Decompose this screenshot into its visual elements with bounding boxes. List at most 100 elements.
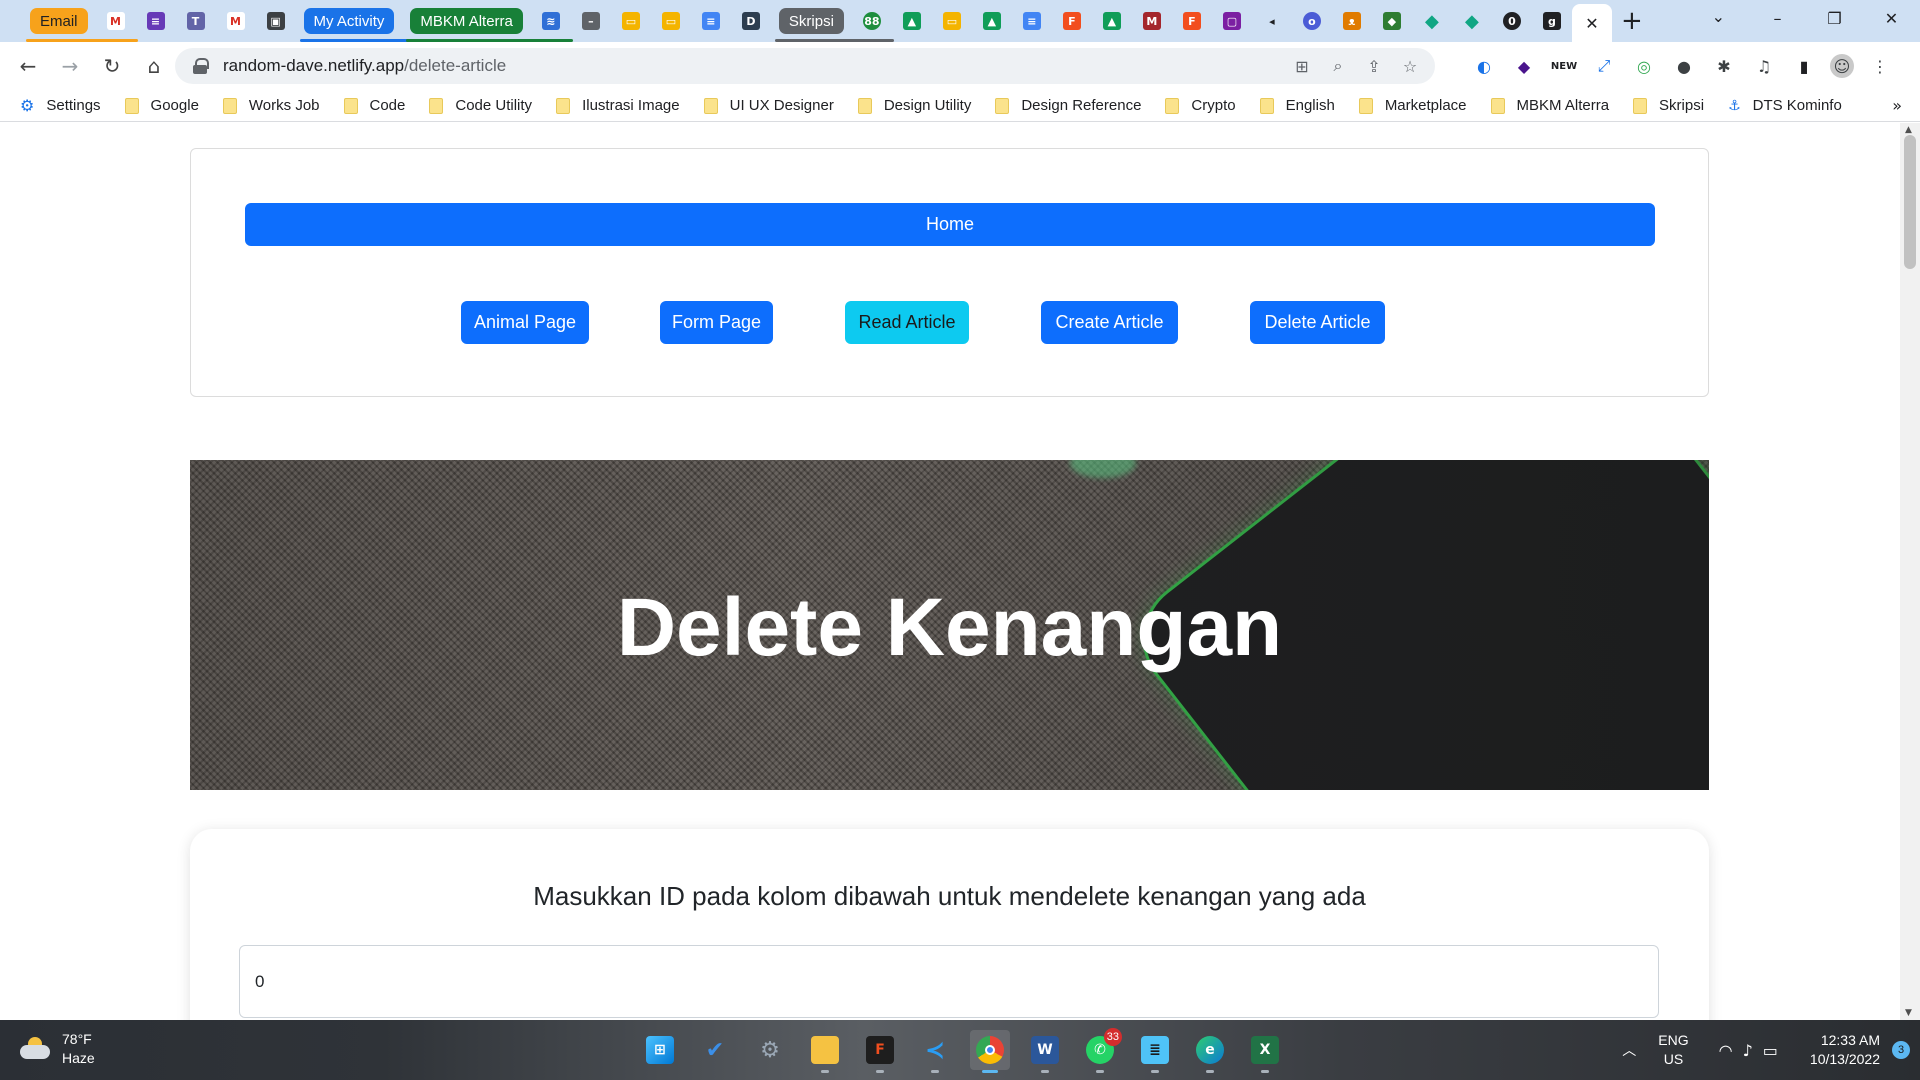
article-id-input[interactable]	[239, 945, 1659, 1018]
extension-icon[interactable]: ◐	[1470, 52, 1498, 80]
animal-page-button[interactable]: Animal Page	[461, 301, 589, 344]
media-icon[interactable]: ♫	[1750, 52, 1778, 80]
tab-drive-1[interactable]: ▲	[892, 0, 932, 42]
tab-search-button[interactable]: ⌄	[1712, 7, 1725, 26]
tab-group-mbkm-alterra[interactable]: MBKM Alterra	[406, 8, 573, 42]
delete-article-button[interactable]: Delete Article	[1250, 301, 1385, 344]
news-extension-icon[interactable]: NEW	[1550, 52, 1578, 80]
scrollbar-thumb[interactable]	[1904, 135, 1916, 269]
bookmark-folder[interactable]: Skripsi	[1633, 97, 1704, 114]
close-icon[interactable]: ✕	[1585, 14, 1598, 33]
tab-drive-2[interactable]: ▲	[972, 0, 1012, 42]
translate-icon[interactable]: ⊞	[1291, 55, 1313, 77]
bookmark-folder[interactable]: English	[1259, 97, 1335, 114]
tab-figma-2[interactable]: F	[1172, 0, 1212, 42]
bookmarks-overflow-button[interactable]: »	[1892, 96, 1902, 115]
new-tab-button[interactable]: +	[1612, 0, 1652, 42]
address-bar[interactable]: random-dave.netlify.app/delete-article ⊞…	[175, 48, 1435, 84]
star-icon[interactable]: ☆	[1399, 55, 1421, 77]
taskbar-figma[interactable]: F	[860, 1030, 900, 1073]
tab-audio[interactable]: ◂	[1252, 0, 1292, 42]
extension-icon[interactable]: ◆	[1510, 52, 1538, 80]
taskbar-chrome[interactable]	[970, 1030, 1010, 1073]
bookmark-folder[interactable]: UI UX Designer	[703, 97, 834, 114]
extension-icon[interactable]: ⤢	[1590, 52, 1618, 80]
bookmark-folder[interactable]: MBKM Alterra	[1490, 97, 1609, 114]
bookmark-folder[interactable]: Design Reference	[995, 97, 1141, 114]
taskbar-todo[interactable]: ✔	[695, 1030, 735, 1070]
create-article-button[interactable]: Create Article	[1041, 301, 1178, 344]
tab-mendeley[interactable]: M	[1132, 0, 1172, 42]
taskbar-edge[interactable]: e	[1190, 1030, 1230, 1073]
avatar[interactable]: ☺	[1830, 54, 1854, 78]
tab-gmail-2[interactable]: M	[216, 0, 256, 42]
scroll-down-icon[interactable]: ▼	[1905, 1008, 1912, 1018]
tab-presentation[interactable]: ▢	[1212, 0, 1252, 42]
share-icon[interactable]: ⇪	[1363, 55, 1385, 77]
bookmark-dts-kominfo[interactable]: ⚓ DTS Kominfo	[1728, 97, 1842, 114]
forward-button[interactable]: →	[50, 46, 90, 86]
tab-gmail[interactable]: M	[96, 0, 136, 42]
taskbar-excel[interactable]: X	[1245, 1030, 1285, 1073]
taskbar-file-explorer[interactable]	[805, 1030, 845, 1073]
tab-meet[interactable]: 88	[852, 0, 892, 42]
tab-tiger[interactable]: ᴥ	[1332, 0, 1372, 42]
chevron-up-icon[interactable]: ︿	[1622, 1040, 1636, 1060]
taskbar-notepad[interactable]: ≣	[1135, 1030, 1175, 1073]
restore-button[interactable]: ❐	[1806, 0, 1863, 36]
tab-teams[interactable]: T	[176, 0, 216, 42]
tab-figma-1[interactable]: F	[1052, 0, 1092, 42]
weather-widget[interactable]: 78°F Haze	[20, 1030, 95, 1068]
bookmark-folder[interactable]: Code Utility	[429, 97, 532, 114]
zoom-icon[interactable]: ⌕	[1327, 55, 1349, 77]
tab-active[interactable]: ✕	[1571, 4, 1612, 42]
scroll-up-icon[interactable]: ▲	[1905, 125, 1912, 135]
back-button[interactable]: ←	[8, 46, 48, 86]
page-scrollbar[interactable]: ▲ ▼	[1900, 123, 1920, 1020]
tab-group-skripsi[interactable]: Skripsi	[774, 8, 894, 42]
bookmark-folder[interactable]: Crypto	[1165, 97, 1236, 114]
tab-group-email[interactable]: Email	[26, 8, 137, 42]
bookmark-folder[interactable]: Google	[124, 97, 199, 114]
taskbar-settings[interactable]: ⚙	[750, 1030, 790, 1070]
start-button[interactable]: ⊞	[640, 1030, 680, 1070]
volume-icon[interactable]: ♪	[1743, 1041, 1753, 1060]
menu-icon[interactable]: ⋮	[1866, 52, 1894, 80]
taskbar-word[interactable]: W	[1025, 1030, 1065, 1073]
bookmark-folder[interactable]: Works Job	[222, 97, 320, 114]
clock[interactable]: 12:33 AM 10/13/2022	[1810, 1031, 1880, 1069]
bookmark-folder[interactable]: Marketplace	[1358, 97, 1467, 114]
battery-icon[interactable]: ▭	[1763, 1041, 1778, 1060]
bookmark-folder[interactable]: Design Utility	[857, 97, 971, 114]
tab-shield[interactable]: ◆	[1372, 0, 1412, 42]
tab-slides-3[interactable]: ▭	[932, 0, 972, 42]
bookmark-settings[interactable]: ⚙ Settings	[20, 96, 101, 115]
tab-slides-1[interactable]: ▭	[611, 0, 651, 42]
home-nav-button[interactable]: Home	[245, 203, 1655, 246]
taskbar-whatsapp[interactable]: ✆ 33	[1080, 1028, 1122, 1073]
tab-diamond-2[interactable]: ◆	[1452, 0, 1492, 42]
tab-contacts[interactable]: ▣	[256, 0, 296, 42]
taskbar-vscode[interactable]: ≺	[915, 1030, 955, 1073]
close-window-button[interactable]: ✕	[1863, 0, 1920, 36]
home-button[interactable]: ⌂	[134, 46, 174, 86]
tab-group-my-activity[interactable]: My Activity	[299, 8, 445, 42]
tab-forms[interactable]: ≡	[136, 0, 176, 42]
reload-button[interactable]: ↻	[92, 46, 132, 86]
extension-icon[interactable]: ◎	[1630, 52, 1658, 80]
wifi-icon[interactable]: ◠	[1719, 1041, 1733, 1060]
url-text[interactable]: random-dave.netlify.app/delete-article	[223, 56, 506, 76]
tab-slides-2[interactable]: ▭	[651, 0, 691, 42]
tab-docs-2[interactable]: ≡	[1012, 0, 1052, 42]
tab-g[interactable]: g	[1532, 0, 1572, 42]
tab-alterra-1[interactable]: ≋	[531, 0, 571, 42]
bookmark-folder[interactable]: Ilustrasi Image	[556, 97, 680, 114]
form-page-button[interactable]: Form Page	[660, 301, 773, 344]
language-indicator[interactable]: ENG US	[1658, 1031, 1688, 1069]
bookmark-folder[interactable]: Code	[343, 97, 405, 114]
notification-badge[interactable]: 3	[1892, 1041, 1910, 1059]
tab-circle[interactable]: o	[1292, 0, 1332, 42]
tab-drive-3[interactable]: ▲	[1092, 0, 1132, 42]
tab-dicoding[interactable]: D	[731, 0, 771, 42]
read-article-button[interactable]: Read Article	[845, 301, 969, 344]
